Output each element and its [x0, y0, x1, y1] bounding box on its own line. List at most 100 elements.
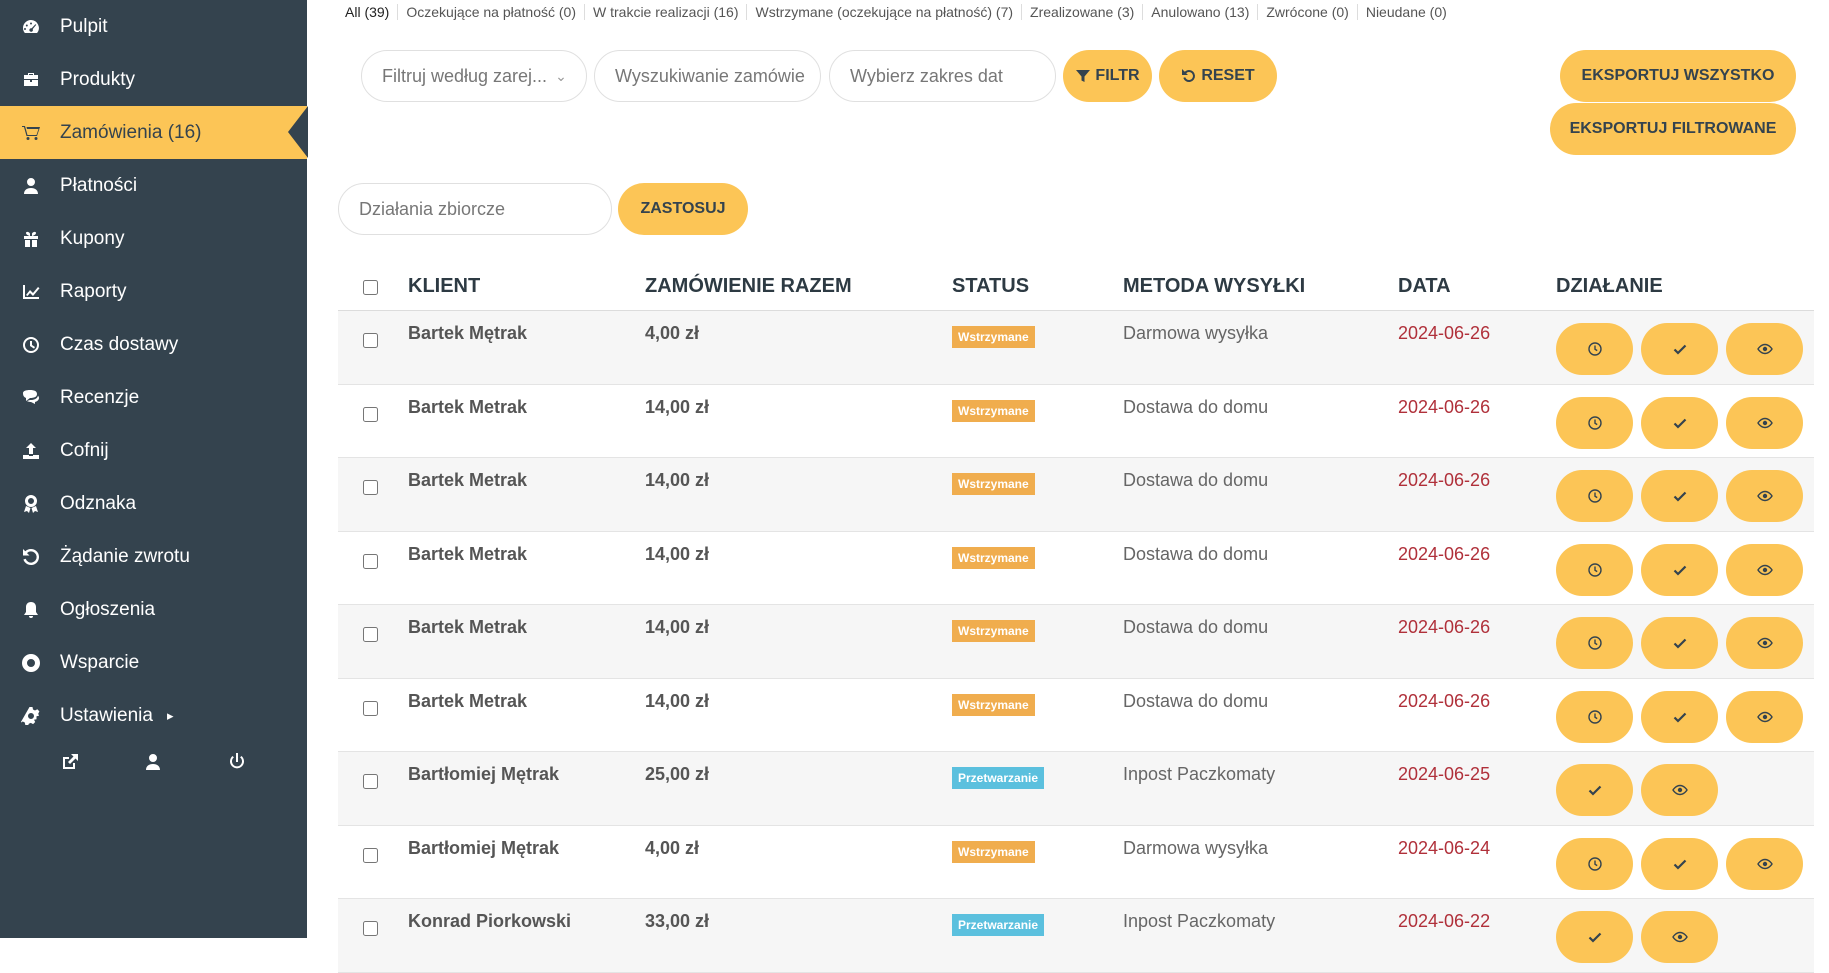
- export-all-button[interactable]: EKSPORTUJ WSZYSTKO: [1560, 50, 1796, 102]
- tab-zrealizowane-3[interactable]: Zrealizowane (3): [1030, 4, 1144, 20]
- check-action-button[interactable]: [1641, 837, 1718, 890]
- tab-wstrzymane-oczekujace-na-platnosc-7[interactable]: Wstrzymane (oczekujące na płatność) (7): [755, 4, 1023, 20]
- award-icon: [20, 493, 42, 515]
- row-checkbox[interactable]: [362, 921, 378, 936]
- eye-action-button[interactable]: [1726, 396, 1803, 449]
- tab-anulowano-13[interactable]: Anulowano (13): [1151, 4, 1259, 20]
- header-shipping[interactable]: METODA WYSYŁKI: [1123, 275, 1398, 298]
- clock-action-button[interactable]: [1556, 617, 1633, 669]
- upload-icon: [20, 440, 42, 462]
- header-status[interactable]: STATUS: [952, 275, 1123, 298]
- order-search-input[interactable]: Wyszukiwanie zamówie: [594, 50, 821, 102]
- check-action-button[interactable]: [1641, 617, 1718, 669]
- check-action-button[interactable]: [1641, 323, 1718, 375]
- shipping-method: Inpost Paczkomaty: [1123, 911, 1276, 931]
- tab-all-39[interactable]: All (39): [345, 4, 399, 20]
- eye-action-button[interactable]: [1641, 764, 1718, 816]
- tab-nieudane-0[interactable]: Nieudane (0): [1366, 4, 1455, 20]
- eye-action-button[interactable]: [1726, 690, 1803, 743]
- sidebar-item-raporty[interactable]: Raporty: [0, 265, 307, 318]
- sidebar-item-pulpit[interactable]: Pulpit: [0, 0, 307, 53]
- eye-action-button[interactable]: [1726, 543, 1803, 596]
- order-total: 14,00 zł: [645, 470, 710, 490]
- eye-action-button[interactable]: [1726, 323, 1803, 375]
- row-checkbox[interactable]: [362, 774, 378, 789]
- status-cell: Wstrzymane: [952, 458, 1123, 495]
- export-all-label: EKSPORTUJ WSZYSTKO: [1581, 67, 1775, 84]
- export-filtered-button[interactable]: EKSPORTUJ FILTROWANE: [1550, 103, 1796, 155]
- client-name[interactable]: Konrad Piorkowski: [408, 899, 645, 932]
- client-name[interactable]: Bartek Metrak: [408, 385, 645, 418]
- clock-action-button[interactable]: [1556, 837, 1633, 890]
- order-date: 2024-06-26: [1398, 543, 1491, 564]
- bulk-actions-select[interactable]: Działania zbiorcze: [338, 183, 612, 235]
- client-name[interactable]: Bartek Metrak: [408, 532, 645, 565]
- check-action-button[interactable]: [1556, 764, 1633, 816]
- client-name[interactable]: Bartek Metrak: [408, 679, 645, 712]
- sidebar-item-czas-dostawy[interactable]: Czas dostawy: [0, 318, 307, 371]
- client-name[interactable]: Bartek Metrak: [408, 458, 645, 491]
- check-action-button[interactable]: [1641, 543, 1718, 596]
- sidebar-item-ogloszenia[interactable]: Ogłoszenia: [0, 583, 307, 636]
- sidebar-item-recenzje[interactable]: Recenzje: [0, 371, 307, 424]
- clock-action-button[interactable]: [1556, 323, 1633, 375]
- row-checkbox[interactable]: [362, 406, 378, 422]
- header-total[interactable]: ZAMÓWIENIE RAZEM: [645, 275, 952, 298]
- sidebar-item-zamowienia-16[interactable]: Zamówienia (16): [0, 106, 308, 159]
- briefcase-icon: [20, 69, 42, 91]
- sidebar-item-ustawienia[interactable]: Ustawienia ▸: [0, 689, 307, 742]
- header-date[interactable]: DATA: [1398, 275, 1556, 298]
- check-action-button[interactable]: [1641, 396, 1718, 449]
- eye-action-button[interactable]: [1726, 617, 1803, 669]
- filter-button[interactable]: FILTR: [1063, 50, 1152, 102]
- client-name[interactable]: Bartek Metrak: [408, 605, 645, 638]
- apply-button[interactable]: ZASTOSUJ: [618, 183, 748, 235]
- power-icon[interactable]: [225, 750, 249, 774]
- client-name[interactable]: Bartek Mętrak: [408, 311, 645, 344]
- table-row: Bartek Metrak 14,00 zł Wstrzymane Dostawa d…: [338, 679, 1814, 752]
- eye-action-button[interactable]: [1726, 837, 1803, 890]
- select-all-checkbox[interactable]: [362, 279, 378, 295]
- sidebar-item-odznaka[interactable]: Odznaka: [0, 477, 307, 530]
- sidebar-item-label: Wsparcie: [60, 651, 140, 673]
- tab-zwrocone-0[interactable]: Zwrócone (0): [1266, 4, 1358, 20]
- sidebar-item-platnosci[interactable]: Płatności: [0, 159, 307, 212]
- check-icon: [1673, 491, 1686, 502]
- client-name[interactable]: Bartłomiej Mętrak: [408, 752, 645, 785]
- client-name[interactable]: Bartłomiej Mętrak: [408, 826, 645, 859]
- clock-action-button[interactable]: [1556, 470, 1633, 522]
- sidebar-item-produkty[interactable]: Produkty: [0, 53, 307, 106]
- sidebar-item-kupony[interactable]: Kupony: [0, 212, 307, 265]
- row-checkbox[interactable]: [362, 553, 378, 569]
- date-range-input[interactable]: Wybierz zakres dat: [829, 50, 1056, 102]
- table-row: Bartek Metrak 14,00 zł Wstrzymane Dostawa d…: [338, 532, 1814, 605]
- undo-icon: [20, 546, 42, 568]
- user-icon[interactable]: [141, 750, 165, 774]
- check-action-button[interactable]: [1556, 911, 1633, 963]
- header-client[interactable]: KLIENT: [408, 275, 645, 298]
- table-row: Bartek Metrak 14,00 zł Wstrzymane Dostawa d…: [338, 605, 1814, 679]
- shipping-method: Darmowa wysyłka: [1123, 837, 1269, 858]
- eye-action-button[interactable]: [1726, 470, 1803, 522]
- clock-action-button[interactable]: [1556, 690, 1633, 743]
- external-link-icon[interactable]: [58, 750, 82, 774]
- check-action-button[interactable]: [1641, 470, 1718, 522]
- row-checkbox[interactable]: [362, 627, 378, 642]
- sidebar-item-cofnij[interactable]: Cofnij: [0, 424, 307, 477]
- row-checkbox[interactable]: [362, 480, 378, 495]
- clock-action-button[interactable]: [1556, 396, 1633, 449]
- customer-filter-select[interactable]: Filtruj według zarej... ⌄: [361, 50, 587, 102]
- sidebar-item-wsparcie[interactable]: Wsparcie: [0, 636, 307, 689]
- clock-action-button[interactable]: [1556, 543, 1633, 596]
- eye-action-button[interactable]: [1641, 911, 1718, 963]
- row-checkbox[interactable]: [362, 847, 378, 863]
- tab-w-trakcie-realizacji-16[interactable]: W trakcie realizacji (16): [593, 4, 748, 20]
- row-checkbox[interactable]: [362, 700, 378, 716]
- clock-icon: [1587, 342, 1602, 356]
- check-action-button[interactable]: [1641, 690, 1718, 743]
- tab-oczekujace-na-platnosc-0[interactable]: Oczekujące na płatność (0): [406, 4, 585, 20]
- sidebar-item-label: Żądanie zwrotu: [60, 545, 190, 567]
- reset-button[interactable]: RESET: [1159, 50, 1277, 102]
- sidebar-item-zadanie-zwrotu[interactable]: Żądanie zwrotu: [0, 530, 307, 583]
- row-checkbox[interactable]: [362, 333, 378, 348]
